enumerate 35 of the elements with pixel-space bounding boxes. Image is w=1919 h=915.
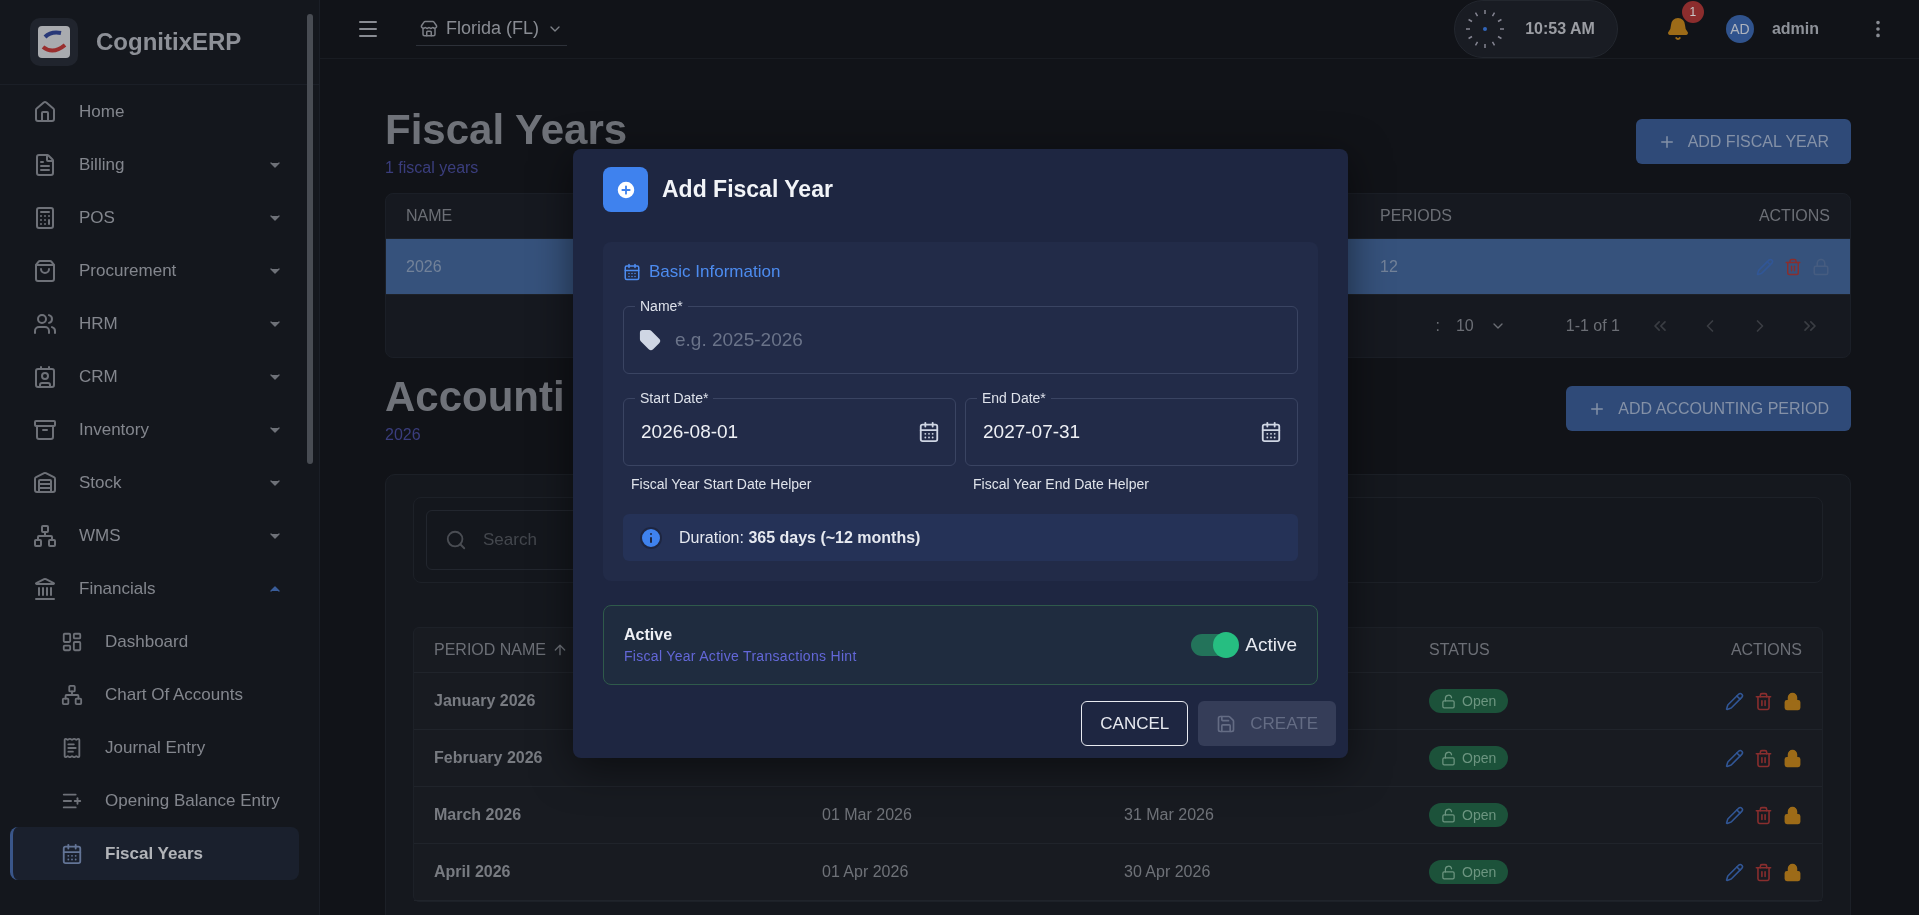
- page-subtitle: 1 fiscal years: [385, 159, 480, 178]
- table-cell-text: April 2026: [434, 863, 512, 882]
- table-cell-text: 30 Apr 2026: [1124, 863, 1212, 882]
- app-name: CognitixERP: [96, 28, 242, 56]
- notification-count: 1: [1681, 1, 1704, 23]
- helper-text: Fiscal Year End Date Helper: [973, 476, 1150, 492]
- page-title: Fiscal Years: [385, 107, 628, 154]
- column-header: PERIODS: [1380, 207, 1452, 226]
- helper-text: Fiscal Year Start Date Helper: [631, 476, 813, 492]
- rows-per-page-label: :: [1435, 317, 1440, 336]
- table-cell-text: 01 Apr 2026: [822, 863, 910, 882]
- status-chip: Open: [1429, 746, 1509, 771]
- status-chip: Open: [1429, 803, 1509, 828]
- table-cell: 12: [1380, 257, 1398, 276]
- column-header: NAME: [406, 207, 453, 226]
- table-cell: 2026: [406, 257, 442, 276]
- table-cell-text: January 2026: [434, 692, 537, 711]
- user-name: admin: [1771, 20, 1819, 38]
- switch-label: Active: [1245, 634, 1297, 656]
- table-cell-text: 31 Mar 2026: [1124, 806, 1215, 825]
- status-chip: Open: [1429, 860, 1509, 885]
- status-chip: Open: [1429, 689, 1509, 714]
- section-subtitle: 2026: [385, 426, 422, 445]
- active-title: Active: [624, 626, 674, 644]
- section-heading: Basic Information: [649, 262, 781, 282]
- table-cell-text: February 2026: [434, 749, 544, 768]
- dialog-title: Add Fiscal Year: [662, 176, 833, 203]
- table-cell-text: March 2026: [434, 806, 523, 825]
- column-header: ACTIONS: [1758, 207, 1830, 226]
- section-title: Accounti: [385, 374, 565, 421]
- table-cell-text: 01 Mar 2026: [822, 806, 913, 825]
- page-range: 1-1 of 1: [1565, 317, 1620, 336]
- duration-text: Duration: 365 days (~12 months): [679, 528, 921, 547]
- time-text: 10:53 AM: [1525, 20, 1595, 38]
- active-hint: Fiscal Year Active Transactions Hint: [624, 648, 858, 664]
